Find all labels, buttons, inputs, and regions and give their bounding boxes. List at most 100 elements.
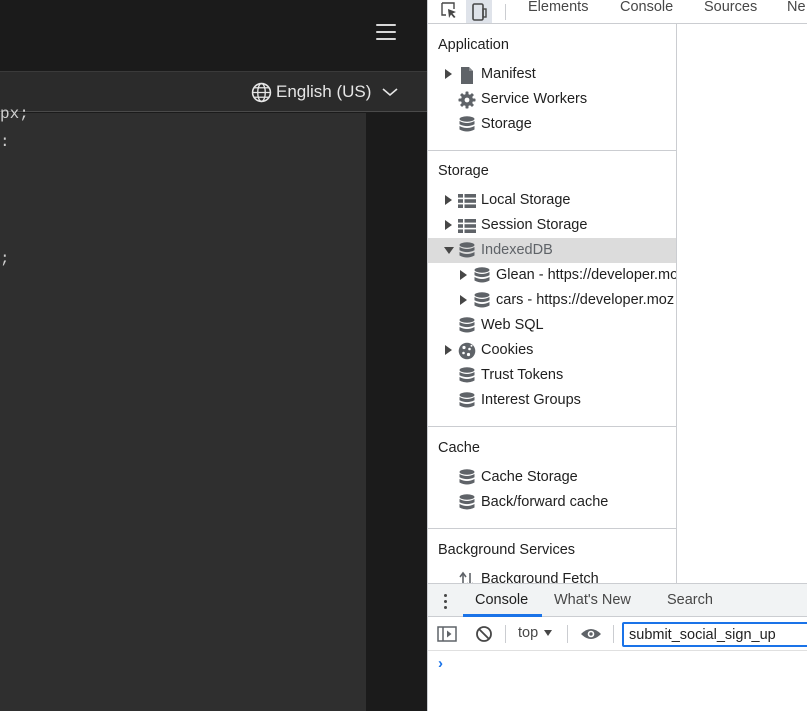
sidebar-item-label: Cookies bbox=[481, 342, 534, 358]
language-selector[interactable]: English (US) bbox=[251, 78, 401, 106]
grid-icon bbox=[458, 192, 476, 210]
sidebar-toggle-icon[interactable] bbox=[437, 625, 457, 643]
expand-arrow-icon[interactable] bbox=[445, 69, 452, 79]
database-icon bbox=[458, 116, 476, 134]
sidebar-item-label: Service Workers bbox=[481, 91, 588, 107]
grid-icon bbox=[458, 217, 476, 235]
section-title-application: Application bbox=[438, 37, 509, 53]
inspect-element-icon[interactable] bbox=[436, 0, 462, 23]
sidebar-item-label: cars - https://developer.moz bbox=[496, 292, 675, 308]
sidebar-item-background-fetch[interactable]: Background Fetch bbox=[428, 567, 676, 583]
hamburger-menu-icon[interactable] bbox=[374, 22, 398, 42]
database-icon bbox=[458, 367, 476, 385]
expand-arrow-icon[interactable] bbox=[445, 345, 452, 355]
code-block: px; : ; bbox=[0, 105, 366, 711]
sidebar-item-storage[interactable]: Storage bbox=[428, 112, 676, 137]
expand-arrow-icon[interactable] bbox=[445, 220, 452, 230]
console-toolbar: top bbox=[428, 617, 807, 651]
collapse-arrow-icon[interactable] bbox=[444, 247, 454, 254]
sidebar-item-label: IndexedDB bbox=[481, 242, 553, 258]
gear-icon bbox=[458, 91, 476, 109]
drawer-tab-whats-new[interactable]: What's New bbox=[554, 592, 631, 608]
section-title-background-services: Background Services bbox=[438, 542, 576, 558]
devtools-toolbar: Elements Console Sources Ne bbox=[428, 0, 807, 24]
sidebar-item-interest-groups[interactable]: Interest Groups bbox=[428, 388, 676, 413]
sidebar-item-label: Background Fetch bbox=[481, 571, 599, 583]
sidebar-item-label: Web SQL bbox=[481, 317, 544, 333]
toolbar-divider bbox=[505, 625, 506, 643]
web-page: English (US) px; : ; bbox=[0, 0, 427, 711]
console-filter-input[interactable] bbox=[622, 622, 807, 647]
sidebar-item-indexeddb-glean[interactable]: Glean - https://developer.mo bbox=[428, 263, 677, 288]
dropdown-caret-icon bbox=[544, 630, 553, 636]
application-sidebar: Application Manifest Service Workers Sto… bbox=[428, 24, 677, 583]
section-divider bbox=[428, 528, 676, 529]
section-divider bbox=[428, 426, 676, 427]
database-icon bbox=[458, 242, 476, 260]
sidebar-item-indexeddb-cars[interactable]: cars - https://developer.moz bbox=[428, 288, 676, 313]
tab-sources[interactable]: Sources bbox=[704, 0, 757, 15]
sidebar-item-indexeddb[interactable]: IndexedDB bbox=[428, 238, 676, 263]
sidebar-item-manifest[interactable]: Manifest bbox=[428, 62, 676, 87]
tab-elements[interactable]: Elements bbox=[528, 0, 588, 15]
database-icon bbox=[473, 292, 491, 310]
document-icon bbox=[458, 66, 476, 84]
toolbar-divider bbox=[567, 625, 568, 643]
sidebar-item-cache-storage[interactable]: Cache Storage bbox=[428, 465, 676, 490]
sync-arrows-icon bbox=[458, 571, 476, 583]
toolbar-divider bbox=[613, 625, 614, 643]
device-toolbar-icon[interactable] bbox=[466, 0, 492, 23]
page-gutter bbox=[366, 113, 427, 711]
console-prompt: › bbox=[438, 655, 443, 672]
sidebar-item-label: Cache Storage bbox=[481, 469, 578, 485]
sidebar-item-label: Storage bbox=[481, 116, 532, 132]
context-value: top bbox=[518, 625, 539, 641]
expand-arrow-icon[interactable] bbox=[445, 195, 452, 205]
database-icon bbox=[458, 317, 476, 335]
clear-console-icon[interactable] bbox=[474, 625, 494, 643]
toolbar-divider bbox=[505, 4, 506, 20]
sidebar-item-label: Back/forward cache bbox=[481, 494, 609, 510]
sidebar-item-label: Manifest bbox=[481, 66, 536, 82]
drawer-tab-search[interactable]: Search bbox=[667, 592, 713, 608]
tab-console[interactable]: Console bbox=[620, 0, 673, 15]
sidebar-item-label: Glean - https://developer.mo bbox=[496, 267, 677, 283]
page-header bbox=[0, 0, 427, 72]
cookie-icon bbox=[458, 342, 476, 360]
database-icon bbox=[458, 494, 476, 512]
language-label: English (US) bbox=[276, 82, 372, 101]
context-selector[interactable]: top bbox=[518, 625, 553, 641]
database-icon bbox=[473, 267, 491, 285]
section-title-cache: Cache bbox=[438, 440, 480, 456]
drawer-tab-console[interactable]: Console bbox=[475, 592, 528, 608]
sidebar-item-label: Session Storage bbox=[481, 217, 588, 233]
sidebar-item-label: Interest Groups bbox=[481, 392, 581, 408]
code-line: px; bbox=[0, 105, 29, 123]
more-vertical-icon[interactable] bbox=[442, 593, 450, 609]
sidebar-item-cookies[interactable]: Cookies bbox=[428, 338, 676, 363]
section-divider bbox=[428, 150, 676, 151]
drawer-tab-bar: Console What's New Search bbox=[428, 583, 807, 617]
language-bar: English (US) bbox=[0, 72, 427, 112]
sidebar-item-service-workers[interactable]: Service Workers bbox=[428, 87, 676, 112]
sidebar-item-session-storage[interactable]: Session Storage bbox=[428, 213, 676, 238]
eye-icon[interactable] bbox=[580, 625, 602, 643]
section-title-storage: Storage bbox=[438, 163, 489, 179]
sidebar-item-local-storage[interactable]: Local Storage bbox=[428, 188, 676, 213]
sidebar-item-label: Local Storage bbox=[481, 192, 571, 208]
database-icon bbox=[458, 469, 476, 487]
sidebar-item-label: Trust Tokens bbox=[481, 367, 564, 383]
chevron-down-icon bbox=[382, 88, 398, 97]
application-detail-pane bbox=[678, 24, 807, 583]
globe-icon bbox=[251, 82, 272, 102]
code-line: ; bbox=[0, 250, 10, 268]
sidebar-item-web-sql[interactable]: Web SQL bbox=[428, 313, 676, 338]
tab-network[interactable]: Ne bbox=[787, 0, 806, 15]
sidebar-item-trust-tokens[interactable]: Trust Tokens bbox=[428, 363, 676, 388]
code-line: : bbox=[0, 133, 10, 151]
devtools-panel: Elements Console Sources Ne Application … bbox=[427, 0, 807, 711]
sidebar-item-back-forward-cache[interactable]: Back/forward cache bbox=[428, 490, 676, 515]
expand-arrow-icon[interactable] bbox=[460, 295, 467, 305]
expand-arrow-icon[interactable] bbox=[460, 270, 467, 280]
console-output[interactable]: › bbox=[428, 651, 807, 711]
